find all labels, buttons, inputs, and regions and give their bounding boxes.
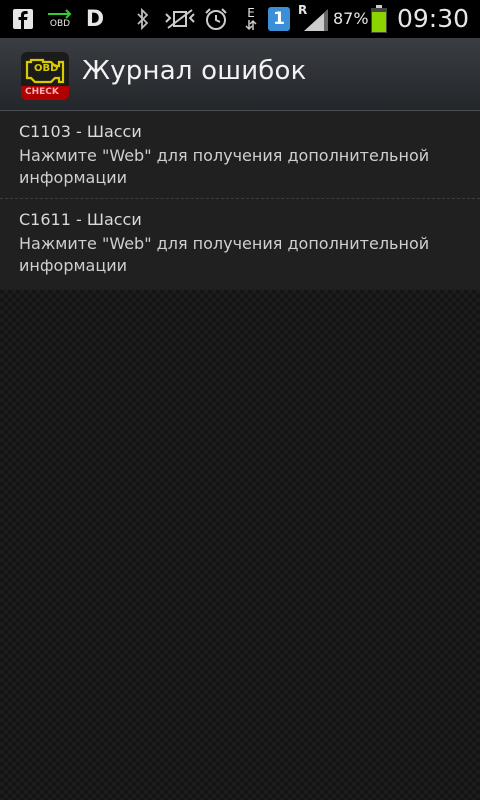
battery-percent: 87% — [333, 9, 369, 28]
mute-icon — [163, 7, 197, 31]
app-bar: OBD CHECK Журнал ошибок — [0, 38, 480, 111]
signal-icon: R — [298, 3, 330, 31]
error-log-list: C1103 - Шасси Нажмите "Web" для получени… — [0, 111, 480, 290]
facebook-icon — [12, 7, 34, 31]
obd-label: OBD — [49, 19, 71, 29]
network-letter: E — [247, 6, 255, 20]
error-code: C1103 - Шасси — [19, 122, 142, 141]
notification-1-icon: 1 — [267, 7, 291, 31]
bluetooth-icon — [134, 7, 152, 31]
error-description: Нажмите "Web" для получения дополнительн… — [19, 234, 430, 275]
error-item[interactable]: C1611 - Шасси Нажмите "Web" для получени… — [0, 199, 480, 290]
carbon-background — [0, 290, 480, 800]
app-icon-top-label: OBD — [34, 63, 59, 74]
app-icon-bottom-label: CHECK — [25, 87, 59, 97]
error-description: Нажмите "Web" для получения дополнительн… — [19, 146, 430, 187]
roaming-letter: R — [298, 3, 308, 17]
clock: 09:30 — [397, 4, 470, 33]
page-title: Журнал ошибок — [82, 56, 307, 86]
alarm-icon — [203, 7, 229, 31]
obd-icon: OBD — [46, 7, 74, 31]
error-code: C1611 - Шасси — [19, 210, 142, 229]
error-item[interactable]: C1103 - Шасси Нажмите "Web" для получени… — [0, 111, 480, 199]
notification-count: 1 — [273, 9, 285, 29]
obd-check-engine-icon[interactable]: OBD CHECK — [21, 52, 69, 100]
d-label: D — [85, 6, 105, 32]
battery-icon — [370, 4, 388, 34]
data-e-icon: E — [243, 7, 259, 31]
d-icon: D — [85, 6, 105, 32]
status-bar: OBD D E 1 R 87% 09:30 — [0, 0, 480, 38]
